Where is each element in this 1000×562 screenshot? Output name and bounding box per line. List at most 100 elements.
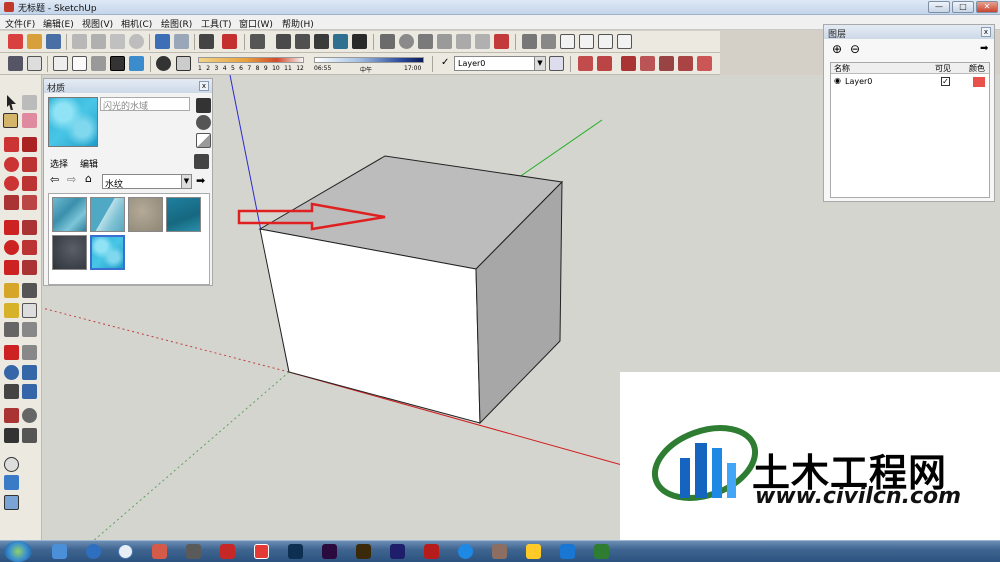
iso-view-icon[interactable] xyxy=(250,34,265,49)
print-icon[interactable] xyxy=(199,34,214,49)
protractor-icon[interactable] xyxy=(4,303,19,318)
zoom-extents-tool-icon[interactable] xyxy=(4,384,19,399)
front-view-icon[interactable] xyxy=(295,34,310,49)
shaded-icon[interactable] xyxy=(72,56,87,71)
smoove-icon[interactable] xyxy=(621,56,636,71)
3d-text-icon[interactable] xyxy=(22,322,37,337)
default-paint-icon[interactable] xyxy=(196,115,211,130)
new-file-icon[interactable] xyxy=(8,34,23,49)
zoom-icon[interactable] xyxy=(418,34,433,49)
zoom-tool-icon[interactable] xyxy=(4,365,19,380)
warehouse-icon[interactable] xyxy=(522,34,537,49)
right-view-icon[interactable] xyxy=(314,34,329,49)
extension-icon[interactable] xyxy=(617,34,632,49)
back-view-icon[interactable] xyxy=(333,34,348,49)
line-pencil-icon[interactable] xyxy=(22,137,37,152)
zoom-extents-icon[interactable] xyxy=(494,34,509,49)
close-icon[interactable]: x xyxy=(199,81,209,91)
material-name-field[interactable]: 闪光的水域 xyxy=(100,97,190,112)
move-icon[interactable] xyxy=(4,220,19,235)
shadow-toggle-icon[interactable] xyxy=(156,56,171,71)
component-icon[interactable] xyxy=(541,34,556,49)
pie-icon[interactable] xyxy=(4,195,19,210)
orbit-icon[interactable] xyxy=(380,34,395,49)
zoom-window-tool-icon[interactable] xyxy=(22,365,37,380)
offset-icon[interactable] xyxy=(22,260,37,275)
top-view-icon[interactable] xyxy=(276,34,291,49)
push-pull-icon[interactable] xyxy=(22,220,37,235)
taskbar-app-icon[interactable] xyxy=(118,544,133,559)
layer-color-swatch[interactable] xyxy=(973,77,985,87)
chevron-down-icon[interactable]: ▼ xyxy=(534,57,545,70)
taskbar-acrobat-icon[interactable] xyxy=(424,544,439,559)
maximize-button[interactable]: □ xyxy=(952,1,974,13)
pan-hand-icon[interactable] xyxy=(22,345,37,360)
photo-texture-icon[interactable] xyxy=(4,495,19,510)
two-point-arc-icon[interactable] xyxy=(22,195,37,210)
sandbox-from-scratch-icon[interactable] xyxy=(597,56,612,71)
follow-me-icon[interactable] xyxy=(22,240,37,255)
position-camera-icon[interactable] xyxy=(4,408,19,423)
menu-edit[interactable]: 编辑(E) xyxy=(43,17,74,30)
water-ripple-swatch[interactable] xyxy=(52,197,87,232)
monochrome-icon[interactable] xyxy=(110,56,125,71)
arc-icon[interactable] xyxy=(22,176,37,191)
add-detail-icon[interactable] xyxy=(678,56,693,71)
column-header-color[interactable]: 颜色 xyxy=(969,63,985,74)
share-model-icon[interactable] xyxy=(579,34,594,49)
house-icon[interactable] xyxy=(560,34,575,49)
stone-swatch[interactable] xyxy=(128,197,163,232)
rotate-icon[interactable] xyxy=(4,240,19,255)
taskbar-app-icon[interactable] xyxy=(458,544,473,559)
get-models-icon[interactable] xyxy=(598,34,613,49)
taskbar-app-icon[interactable] xyxy=(390,544,405,559)
shadow-month-slider[interactable] xyxy=(198,57,304,63)
previous-tool-icon[interactable] xyxy=(22,384,37,399)
taskbar-app-icon[interactable] xyxy=(186,544,201,559)
orbit-tool-icon[interactable] xyxy=(4,345,19,360)
taskbar-app-icon[interactable] xyxy=(526,544,541,559)
water-light-swatch[interactable] xyxy=(90,197,125,232)
circle-icon[interactable] xyxy=(4,157,19,172)
menu-view[interactable]: 视图(V) xyxy=(82,17,113,30)
select-arrow-icon[interactable] xyxy=(7,95,16,110)
menu-help[interactable]: 帮助(H) xyxy=(282,17,314,30)
add-layer-icon[interactable]: ⊕ xyxy=(832,42,842,56)
paste-icon[interactable] xyxy=(110,34,125,49)
fog-icon[interactable] xyxy=(176,56,191,71)
look-around-icon[interactable] xyxy=(22,408,37,423)
shadow-time-slider[interactable] xyxy=(314,57,424,63)
xray-icon[interactable] xyxy=(8,56,23,71)
redo-icon[interactable] xyxy=(174,34,189,49)
table-row[interactable]: ◉ Layer0 ✓ xyxy=(831,76,989,88)
save-icon[interactable] xyxy=(46,34,61,49)
home-icon[interactable]: ⌂ xyxy=(85,172,92,185)
layer-manager-icon[interactable] xyxy=(549,56,564,71)
material-category-dropdown[interactable]: 水纹 ▼ xyxy=(102,174,192,190)
create-material-icon[interactable] xyxy=(196,98,211,113)
left-view-icon[interactable] xyxy=(352,34,367,49)
dark-water-swatch[interactable] xyxy=(52,235,87,270)
make-component-icon[interactable] xyxy=(22,95,37,110)
rectangle-icon[interactable] xyxy=(4,137,19,152)
paint-bucket-icon[interactable] xyxy=(3,113,18,128)
menu-tools[interactable]: 工具(T) xyxy=(201,17,232,30)
taskbar-word-icon[interactable] xyxy=(560,544,575,559)
shaded-textures-icon[interactable] xyxy=(91,56,106,71)
shimmering-water-swatch[interactable] xyxy=(90,235,125,270)
next-view-icon[interactable] xyxy=(475,34,490,49)
taskbar-app-icon[interactable] xyxy=(86,544,101,559)
tab-select[interactable]: 选择 xyxy=(50,157,68,170)
column-header-name[interactable]: 名称 xyxy=(834,63,850,74)
undo-icon[interactable] xyxy=(155,34,170,49)
pan-icon[interactable] xyxy=(399,34,414,49)
hidden-line-icon[interactable] xyxy=(53,56,68,71)
taskbar-sketchup-icon[interactable] xyxy=(254,544,269,559)
taskbar-app-icon[interactable] xyxy=(220,544,235,559)
freehand-icon[interactable] xyxy=(22,157,37,172)
walk-icon[interactable] xyxy=(4,428,19,443)
sample-paint-icon[interactable] xyxy=(196,133,211,148)
active-layer-radio-icon[interactable]: ◉ xyxy=(834,76,841,85)
zoom-window-icon[interactable] xyxy=(437,34,452,49)
chevron-down-icon[interactable]: ▼ xyxy=(181,175,191,188)
